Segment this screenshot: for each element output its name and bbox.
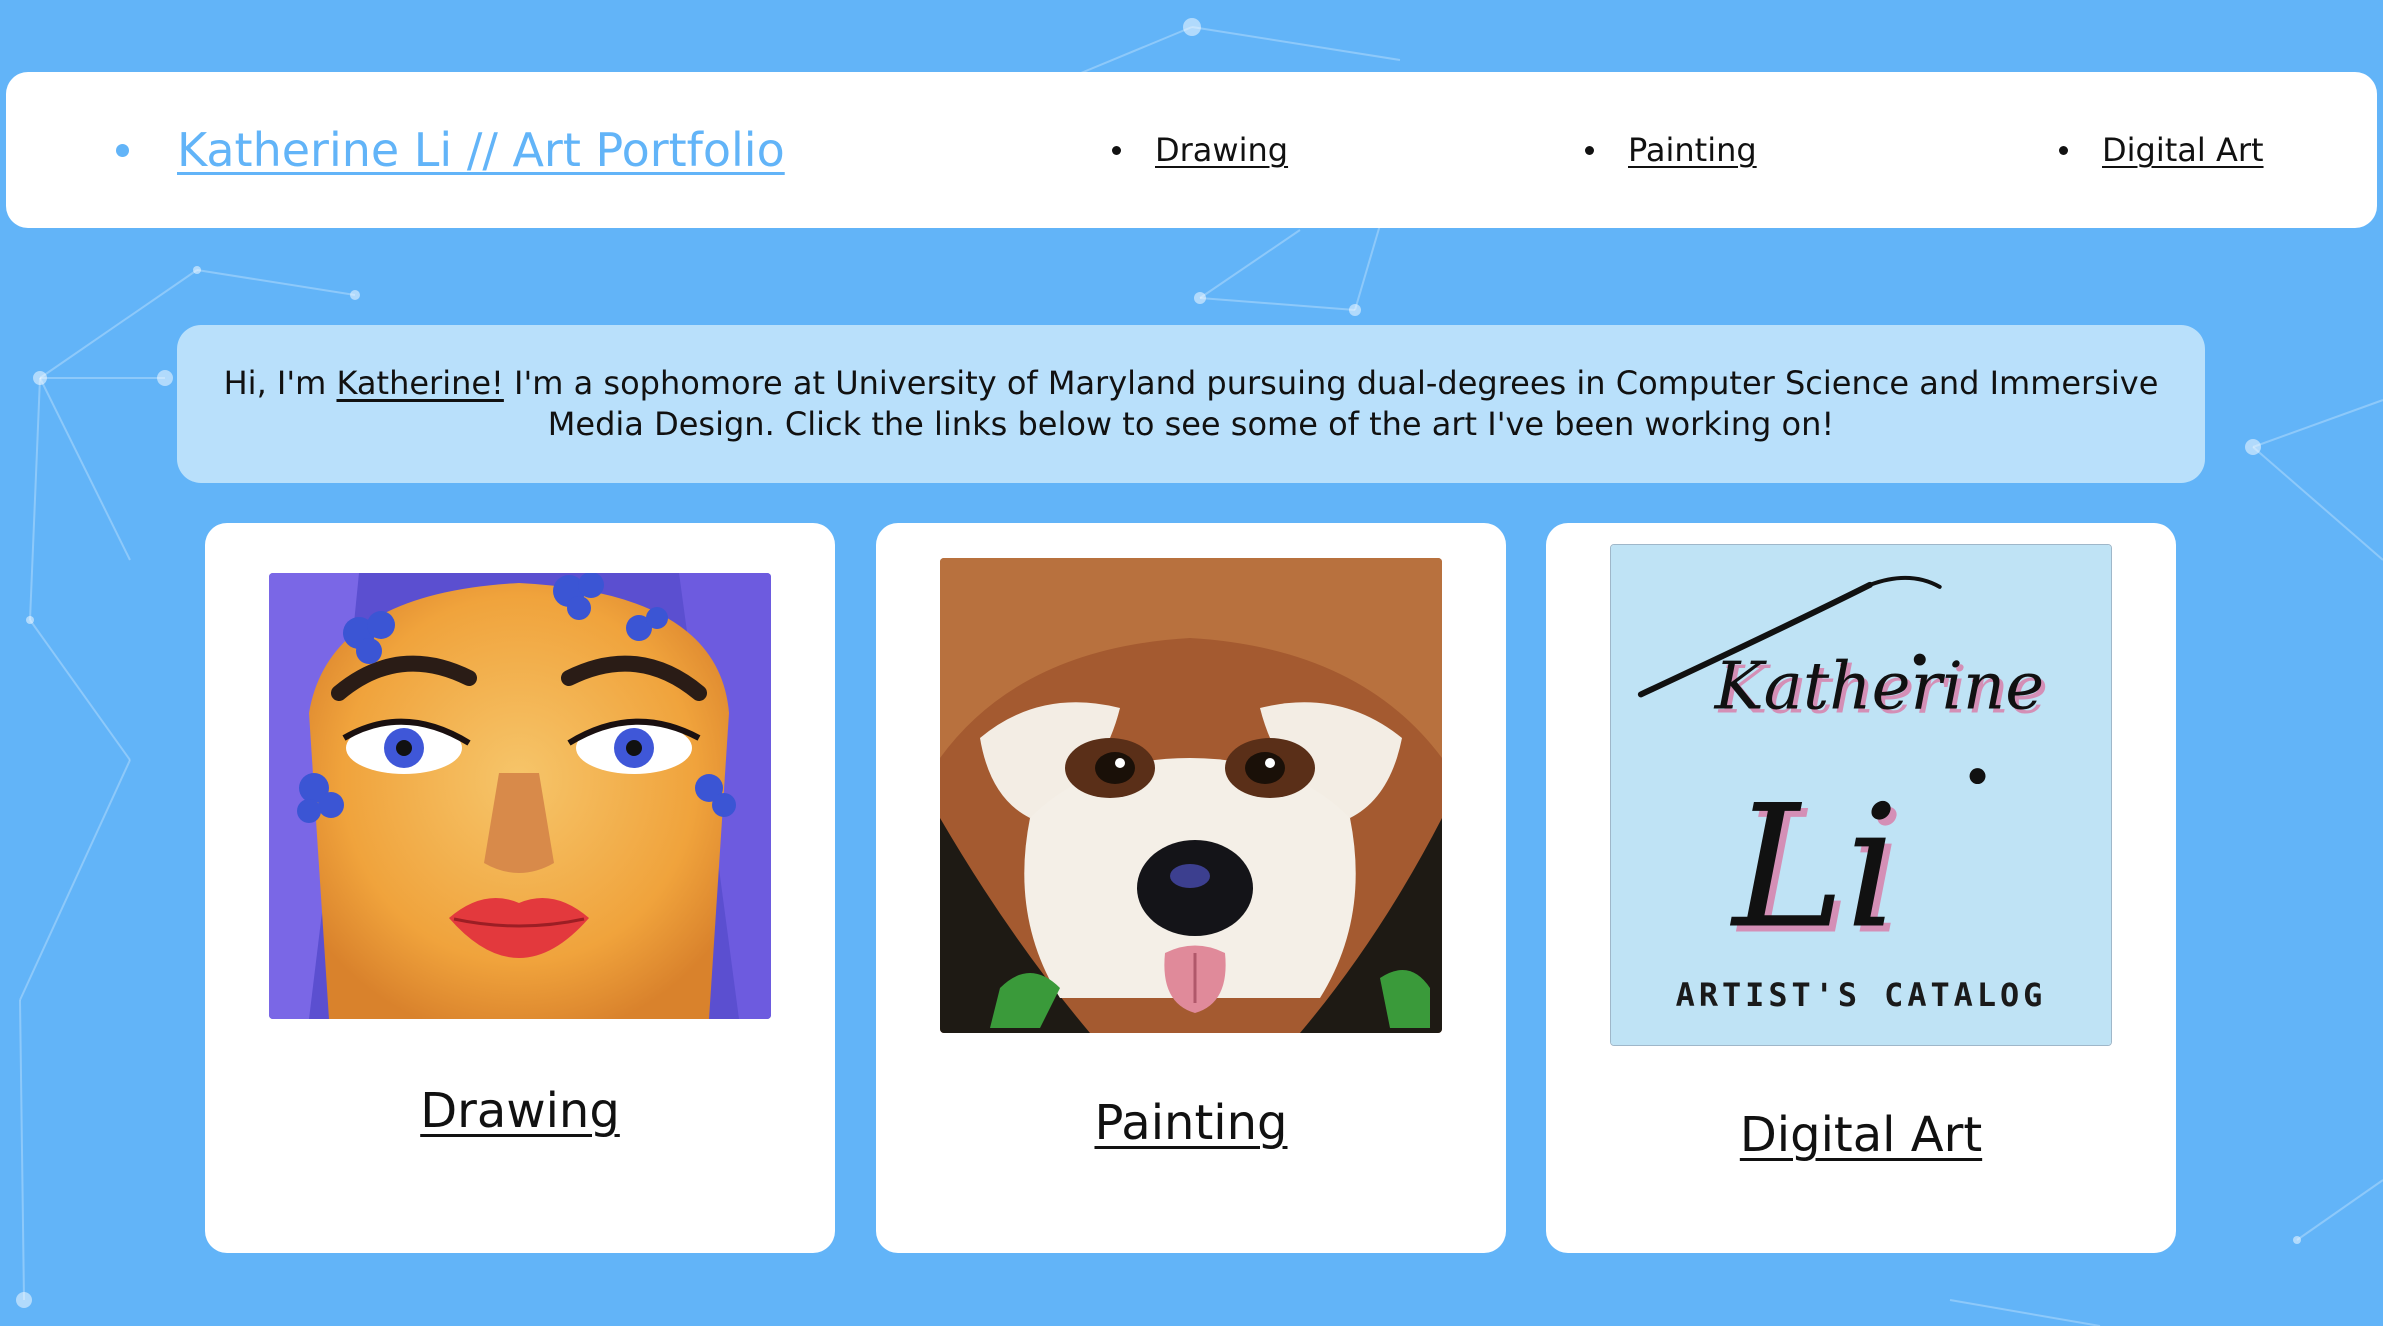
intro-text: Hi, I'm Katherine! I'm a sophomore at Un… <box>177 363 2205 445</box>
nav-link-drawing[interactable]: Drawing <box>1155 131 1288 169</box>
painting-thumbnail[interactable] <box>940 558 1442 1033</box>
card-title-painting[interactable]: Painting <box>876 1095 1506 1151</box>
top-navbar: Katherine Li // Art Portfolio Drawing Pa… <box>6 72 2377 228</box>
nav-item-digital-art: Digital Art <box>2059 72 2264 228</box>
intro-greeting: Hi, I'm <box>223 364 337 402</box>
nav-link-digital-art[interactable]: Digital Art <box>2102 131 2264 169</box>
brand-link[interactable]: Katherine Li // Art Portfolio <box>177 123 785 177</box>
nav-item-drawing: Drawing <box>1112 72 1288 228</box>
logo-line1: Katherine <box>1714 647 2045 724</box>
digital-art-thumbnail[interactable]: Katherine Katherine Li Li ARTIST'S CATAL… <box>1610 544 2112 1046</box>
bullet-icon <box>116 143 129 157</box>
bullet-icon <box>2059 145 2068 155</box>
card-drawing: Drawing <box>205 523 835 1253</box>
intro-name-link[interactable]: Katherine! <box>336 364 503 402</box>
nav-item-painting: Painting <box>1585 72 1757 228</box>
intro-body: I'm a sophomore at University of Marylan… <box>503 364 2159 443</box>
red-panda-painting-image <box>940 558 1442 1033</box>
portrait-drawing-image <box>269 573 771 1019</box>
logo-line2: Li <box>1730 768 1900 965</box>
drawing-thumbnail[interactable] <box>269 573 771 1019</box>
card-digital-art: Katherine Katherine Li Li ARTIST'S CATAL… <box>1546 523 2176 1253</box>
nav-brand-item: Katherine Li // Art Portfolio <box>116 72 785 228</box>
card-title-digital-art[interactable]: Digital Art <box>1546 1107 2176 1163</box>
catalog-logo-image: Katherine Katherine Li Li ARTIST'S CATAL… <box>1611 545 2111 1045</box>
card-title-drawing[interactable]: Drawing <box>205 1083 835 1139</box>
card-painting: Painting <box>876 523 1506 1253</box>
intro-panel: Hi, I'm Katherine! I'm a sophomore at Un… <box>177 325 2205 483</box>
nav-link-painting[interactable]: Painting <box>1628 131 1757 169</box>
logo-caption: ARTIST'S CATALOG <box>1676 976 2047 1014</box>
bullet-icon <box>1112 145 1121 155</box>
bullet-icon <box>1585 145 1594 155</box>
